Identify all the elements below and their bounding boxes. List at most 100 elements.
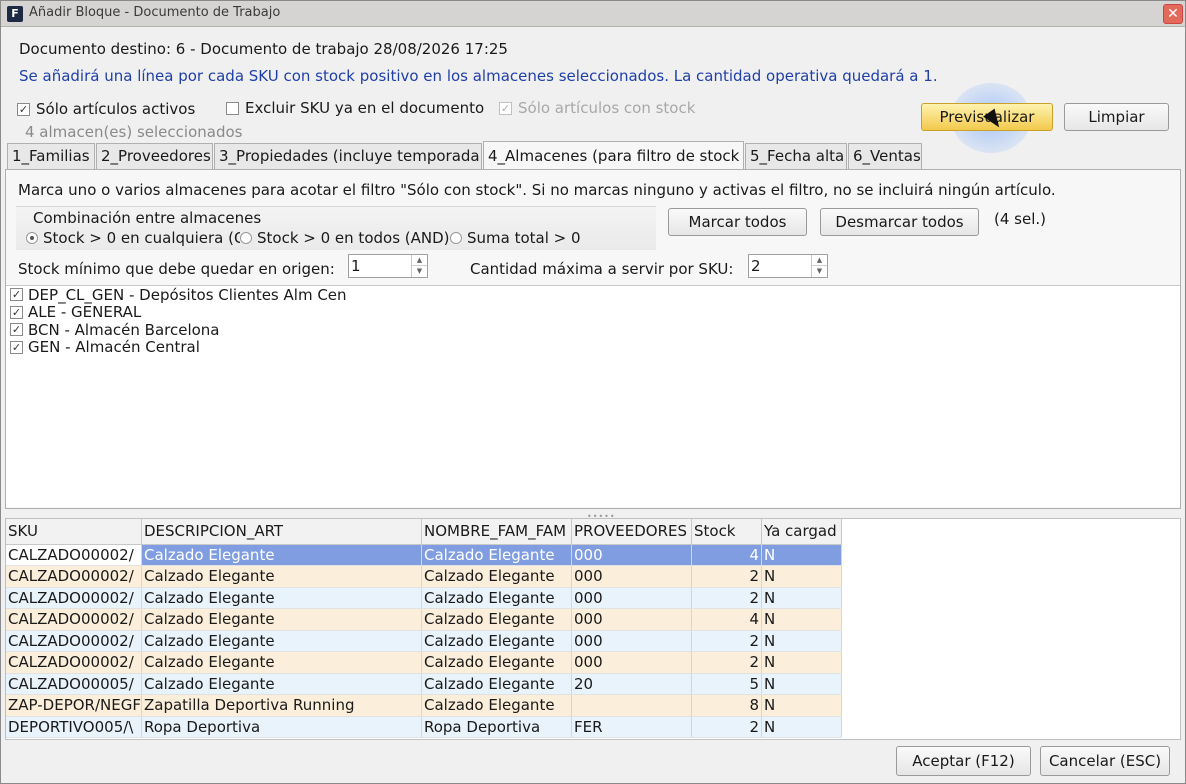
checkbox-checked-icon: ✓ bbox=[499, 101, 512, 115]
cell-ya-cargado: N bbox=[761, 565, 842, 588]
solo-stock-label: Sólo artículos con stock bbox=[518, 99, 696, 117]
cell-sku: CALZADO00002/ bbox=[6, 565, 142, 588]
table-row[interactable]: CALZADO00002/Calzado Elegante Calzado Ele… bbox=[6, 565, 842, 588]
radio-and-label: Stock > 0 en todos (AND) bbox=[257, 229, 450, 247]
checkbox-checked-icon: ✓ bbox=[10, 323, 23, 337]
cell-sku: DEPORTIVO005/\ bbox=[6, 716, 142, 738]
radio-suma[interactable]: Suma total > 0 bbox=[450, 229, 590, 247]
cantidad-maxima-value: 2 bbox=[751, 257, 761, 275]
table-row[interactable]: CALZADO00002/Calzado Elegante Calzado Ele… bbox=[6, 544, 842, 566]
cell-stock: 5 bbox=[691, 673, 762, 695]
dialog-window: F Añadir Bloque - Documento de Trabajo ✕… bbox=[0, 0, 1186, 784]
stock-minimo-value: 1 bbox=[351, 257, 361, 275]
cell-ya-cargado: N bbox=[761, 651, 842, 674]
cancelar-button[interactable]: Cancelar (ESC) bbox=[1040, 746, 1170, 776]
cell-proveedores: 20 bbox=[571, 673, 692, 695]
column-header[interactable]: NOMBRE_FAM_FAM bbox=[421, 519, 572, 545]
list-item[interactable]: ✓ GEN - Almacén Central bbox=[6, 338, 1180, 357]
table-row[interactable]: CALZADO00002/Calzado Elegante Calzado Ele… bbox=[6, 587, 842, 609]
column-header[interactable]: SKU bbox=[6, 519, 142, 545]
cell-stock: 2 bbox=[691, 630, 762, 652]
table-row[interactable]: CALZADO00002/Calzado Elegante Calzado Ele… bbox=[6, 630, 842, 652]
cell-descripcion: Calzado Elegante bbox=[141, 651, 422, 674]
tab-proveedores[interactable]: 2_Proveedores bbox=[96, 143, 213, 169]
combination-radio-group: Stock > 0 en cualquiera (OR) Stock > 0 e… bbox=[26, 229, 590, 247]
desmarcar-todos-button[interactable]: Desmarcar todos bbox=[820, 208, 979, 236]
radio-or[interactable]: Stock > 0 en cualquiera (OR) bbox=[26, 229, 240, 247]
cell-proveedores: 000 bbox=[571, 565, 692, 588]
cell-familia: Calzado Elegante bbox=[421, 544, 572, 566]
table-row[interactable]: DEPORTIVO005/\ Ropa Deportiva Ropa Deporti… bbox=[6, 716, 842, 738]
spin-down-icon[interactable]: ▼ bbox=[412, 266, 427, 277]
solo-activos-checkbox[interactable]: ✓ Sólo artículos activos bbox=[17, 100, 195, 118]
cell-familia: Calzado Elegante bbox=[421, 694, 572, 717]
cell-sku: CALZADO00002/ bbox=[6, 544, 142, 566]
close-icon[interactable]: ✕ bbox=[1163, 4, 1183, 24]
cell-sku: CALZADO00002/ bbox=[6, 651, 142, 674]
cell-descripcion: Zapatilla Deportiva Running bbox=[141, 694, 422, 717]
warehouse-label: DEP_CL_GEN - Depósitos Clientes Alm Cen bbox=[28, 285, 347, 304]
stock-minimo-stepper[interactable]: 1 ▲ ▼ bbox=[348, 254, 428, 278]
column-header[interactable]: DESCRIPCION_ART bbox=[141, 519, 422, 545]
cell-stock: 8 bbox=[691, 694, 762, 717]
cell-sku: CALZADO00002/ bbox=[6, 630, 142, 652]
tab-familias[interactable]: 1_Familias bbox=[7, 143, 95, 169]
radio-unselected-icon bbox=[450, 232, 462, 244]
cell-familia: Ropa Deportiva bbox=[421, 716, 572, 738]
warehouse-label: GEN - Almacén Central bbox=[28, 338, 200, 357]
panel-splitter[interactable]: ••••• bbox=[5, 511, 1181, 521]
cell-proveedores: 000 bbox=[571, 544, 692, 566]
cell-stock: 2 bbox=[691, 565, 762, 588]
table-row[interactable]: CALZADO00002/Calzado Elegante Calzado Ele… bbox=[6, 651, 842, 674]
list-item[interactable]: ✓ ALE - GENERAL bbox=[6, 303, 1180, 321]
preview-table: SKU DESCRIPCION_ART NOMBRE_FAM_FAM PROVE… bbox=[6, 519, 842, 738]
checkbox-checked-icon: ✓ bbox=[10, 340, 23, 354]
spin-up-icon[interactable]: ▲ bbox=[412, 255, 427, 266]
cell-proveedores: 000 bbox=[571, 608, 692, 631]
spin-down-icon[interactable]: ▼ bbox=[812, 266, 827, 277]
excluir-sku-checkbox[interactable]: Excluir SKU ya en el documento bbox=[226, 99, 484, 117]
column-header[interactable]: Ya cargad bbox=[761, 519, 842, 545]
tab-ventas[interactable]: 6_Ventas bbox=[848, 143, 922, 169]
limpiar-button[interactable]: Limpiar bbox=[1064, 103, 1169, 131]
checkbox-checked-icon: ✓ bbox=[10, 288, 23, 302]
list-item[interactable]: ✓ BCN - Almacén Barcelona bbox=[6, 321, 1180, 339]
aceptar-button[interactable]: Aceptar (F12) bbox=[896, 746, 1031, 776]
cell-familia: Calzado Elegante bbox=[421, 565, 572, 588]
cell-proveedores: 000 bbox=[571, 630, 692, 652]
combination-group: Combinación entre almacenes Stock > 0 en… bbox=[16, 206, 656, 250]
cantidad-maxima-stepper[interactable]: 2 ▲ ▼ bbox=[748, 254, 828, 278]
cell-descripcion: Calzado Elegante bbox=[141, 673, 422, 695]
document-destination: Documento destino: 6 - Documento de trab… bbox=[19, 40, 508, 58]
table-row[interactable]: CALZADO00005/Calzado Elegante Calzado Ele… bbox=[6, 673, 842, 695]
radio-or-label: Stock > 0 en cualquiera (OR) bbox=[43, 229, 240, 247]
cell-stock: 2 bbox=[691, 651, 762, 674]
list-item[interactable]: ✓ DEP_CL_GEN - Depósitos Clientes Alm Ce… bbox=[6, 286, 1180, 304]
selected-warehouses-count: 4 almacen(es) seleccionados bbox=[25, 123, 243, 141]
cell-familia: Calzado Elegante bbox=[421, 651, 572, 674]
excluir-sku-label: Excluir SKU ya en el documento bbox=[245, 99, 485, 117]
table-header-row: SKU DESCRIPCION_ART NOMBRE_FAM_FAM PROVE… bbox=[6, 519, 842, 545]
tab-almacenes[interactable]: 4_Almacenes (para filtro de stock bbox=[483, 141, 744, 169]
radio-and[interactable]: Stock > 0 en todos (AND) bbox=[240, 229, 450, 247]
cell-descripcion: Ropa Deportiva bbox=[141, 716, 422, 738]
title-bar: F Añadir Bloque - Documento de Trabajo ✕ bbox=[1, 1, 1185, 27]
table-row[interactable]: CALZADO00002/Calzado Elegante Calzado Ele… bbox=[6, 608, 842, 631]
cell-sku: CALZADO00005/ bbox=[6, 673, 142, 695]
warehouse-list: ✓ DEP_CL_GEN - Depósitos Clientes Alm Ce… bbox=[6, 285, 1180, 507]
column-header[interactable]: PROVEEDORES bbox=[571, 519, 692, 545]
radio-unselected-icon bbox=[240, 232, 252, 244]
spin-up-icon[interactable]: ▲ bbox=[812, 255, 827, 266]
table-row[interactable]: ZAP-DEPOR/NEGF Zapatilla Deportiva Runnin… bbox=[6, 694, 842, 717]
tab-propiedades[interactable]: 3_Propiedades (incluye temporada bbox=[214, 143, 482, 169]
filter-tabs: 1_Familias 2_Proveedores 3_Propiedades (… bbox=[7, 141, 923, 169]
almacenes-panel: Marca uno o varios almacenes para acotar… bbox=[5, 169, 1181, 509]
cell-descripcion: Calzado Elegante bbox=[141, 544, 422, 566]
tab-fecha-alta[interactable]: 5_Fecha alta bbox=[745, 143, 847, 169]
solo-activos-label: Sólo artículos activos bbox=[36, 100, 196, 118]
cell-proveedores: 000 bbox=[571, 587, 692, 609]
cell-stock: 2 bbox=[691, 587, 762, 609]
marcar-todos-button[interactable]: Marcar todos bbox=[668, 208, 807, 236]
cell-descripcion: Calzado Elegante bbox=[141, 587, 422, 609]
column-header[interactable]: Stock bbox=[691, 519, 762, 545]
